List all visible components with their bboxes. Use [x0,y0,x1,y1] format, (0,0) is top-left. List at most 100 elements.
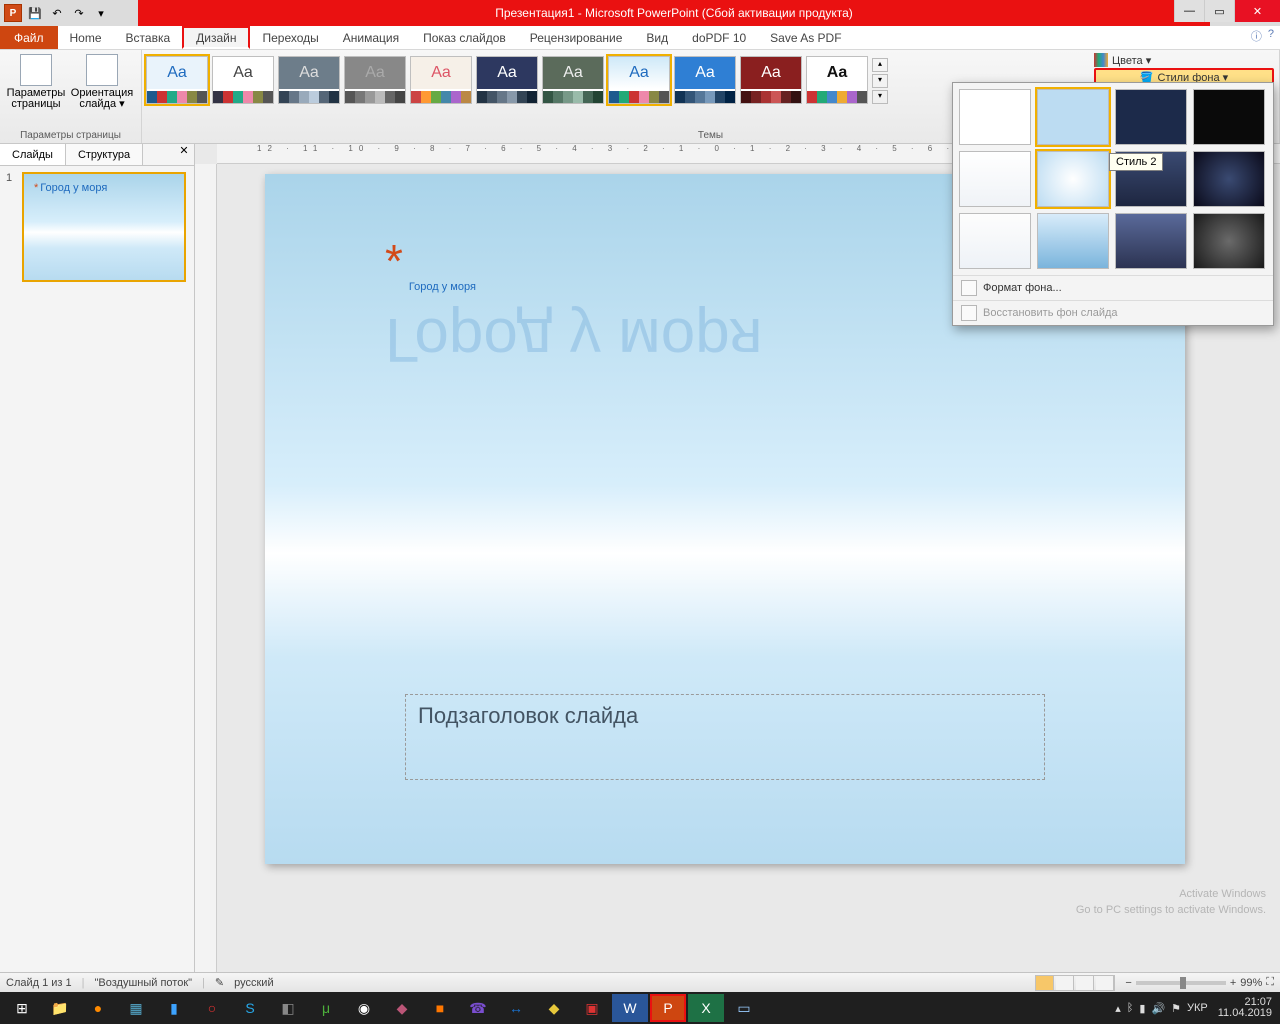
bg-style-4[interactable] [1193,89,1265,145]
bg-style-5[interactable] [959,151,1031,207]
taskbar-app-cube[interactable]: ◧ [270,994,306,1022]
bg-style-8[interactable] [1193,151,1265,207]
bg-style-10[interactable] [1037,213,1109,269]
tab-insert[interactable]: Вставка [114,26,183,49]
help-icon[interactable]: ? [1268,28,1274,44]
quick-access-toolbar: P 💾 ↶ ↷ ▾ [0,4,114,22]
taskbar-app-purple[interactable]: ◆ [384,994,420,1022]
taskbar-word[interactable]: W [612,994,648,1022]
taskbar-opera[interactable]: ○ [194,994,230,1022]
bg-style-12[interactable] [1193,213,1265,269]
view-slideshow[interactable] [1096,976,1114,990]
tab-home[interactable]: Home [58,26,114,49]
minimize-ribbon-icon[interactable]: ⓘ [1251,28,1262,44]
theme-colors-button[interactable]: Цвета ▾ [1094,52,1274,68]
tray-flag-icon[interactable]: ⚑ [1171,1002,1181,1015]
theme-thumb[interactable]: Aa [410,56,472,104]
format-bg-icon [961,280,977,296]
tab-save-as-pdf[interactable]: Save As PDF [758,26,853,49]
zoom-in[interactable]: + [1230,977,1236,989]
taskbar-powerpoint[interactable]: P [650,994,686,1022]
view-normal[interactable] [1036,976,1054,990]
tray-volume-icon[interactable]: 🔊 [1151,1002,1165,1015]
bg-style-6[interactable] [1037,151,1109,207]
slide-panel: Слайды Структура ✕ 1 *Город у моря [0,144,195,972]
page-setup-button[interactable]: Параметры страницы [4,52,68,110]
bg-style-3[interactable] [1115,89,1187,145]
taskbar-utorrent[interactable]: μ [308,994,344,1022]
tab-file[interactable]: Файл [0,26,58,49]
taskbar-teamviewer[interactable]: ↔ [498,994,534,1022]
bg-style-1[interactable] [959,89,1031,145]
tab-dopdf[interactable]: doPDF 10 [680,26,758,49]
qat-dropdown-icon[interactable]: ▾ [92,4,110,22]
taskbar-chrome[interactable]: ◉ [346,994,382,1022]
undo-icon[interactable]: ↶ [48,4,66,22]
spellcheck-icon[interactable]: ✎ [215,976,224,989]
tab-animation[interactable]: Анимация [331,26,411,49]
theme-thumb[interactable]: Aa [542,56,604,104]
taskbar-excel[interactable]: X [688,994,724,1022]
format-background-menu[interactable]: Формат фона... [953,275,1273,300]
zoom-slider[interactable] [1136,981,1226,985]
taskbar-app-yellow[interactable]: ◆ [536,994,572,1022]
slide-thumb-1[interactable]: 1 *Город у моря [6,172,188,282]
start-button[interactable]: ⊞ [4,994,40,1022]
theme-thumb-selected[interactable]: Aa [608,56,670,104]
bg-style-2[interactable] [1037,89,1109,145]
slide-title[interactable]: *Город у моря [385,234,476,305]
taskbar-skype[interactable]: S [232,994,268,1022]
theme-thumb[interactable]: Aa [806,56,868,104]
redo-icon[interactable]: ↷ [70,4,88,22]
theme-thumb[interactable]: Aa [344,56,406,104]
tray-bluetooth-icon[interactable]: ᛒ [1127,1002,1134,1014]
taskbar-app-red[interactable]: ▣ [574,994,610,1022]
theme-thumb[interactable]: Aa [278,56,340,104]
taskbar-explorer[interactable]: 📁 [42,994,78,1022]
maximize-button[interactable]: ▭ [1204,0,1234,22]
fit-to-window[interactable]: ⛶ [1266,976,1274,989]
themes-more[interactable]: ▾ [872,90,888,104]
theme-thumb[interactable]: Aa [476,56,538,104]
view-sorter[interactable] [1056,976,1074,990]
title-bar: P 💾 ↶ ↷ ▾ Презентация1 - Microsoft Power… [0,0,1280,26]
theme-thumb[interactable]: Aa [212,56,274,104]
zoom-percent[interactable]: 99% [1240,977,1262,989]
close-button[interactable]: ✕ [1234,0,1280,22]
tab-design[interactable]: Дизайн [182,26,250,49]
tray-language[interactable]: УКР [1187,1002,1208,1014]
bg-style-11[interactable] [1115,213,1187,269]
taskbar-notepad[interactable]: ▭ [726,994,762,1022]
tab-slides-pane[interactable]: Слайды [0,144,66,165]
theme-thumb-current[interactable]: Aa [146,56,208,104]
bg-style-9[interactable] [959,213,1031,269]
tab-view[interactable]: Вид [634,26,680,49]
themes-scroll-up[interactable]: ▴ [872,58,888,72]
view-reading[interactable] [1076,976,1094,990]
minimize-button[interactable]: — [1174,0,1204,22]
vertical-ruler [195,164,217,972]
taskbar-app-2[interactable]: ▦ [118,994,154,1022]
taskbar-app-orange[interactable]: ■ [422,994,458,1022]
taskbar-app-blue[interactable]: ▮ [156,994,192,1022]
taskbar-firefox[interactable]: ● [80,994,116,1022]
save-icon[interactable]: 💾 [26,4,44,22]
tray-expand-icon[interactable]: ▴ [1115,1002,1121,1015]
status-language[interactable]: русский [234,977,273,989]
theme-thumb[interactable]: Aa [740,56,802,104]
slide-orientation-button[interactable]: Ориентация слайда ▾ [70,52,134,110]
tray-clock[interactable]: 21:0711.04.2019 [1214,997,1276,1019]
tray-network-icon[interactable]: ▮ [1139,1002,1145,1015]
window-title: Презентация1 - Microsoft PowerPoint (Сбо… [138,0,1210,26]
taskbar-viber[interactable]: ☎ [460,994,496,1022]
tab-slideshow[interactable]: Показ слайдов [411,26,518,49]
subtitle-placeholder[interactable]: Подзаголовок слайда [405,694,1045,780]
view-mode-buttons [1035,975,1115,991]
theme-thumb[interactable]: Aa [674,56,736,104]
zoom-out[interactable]: − [1125,977,1131,989]
tab-outline-pane[interactable]: Структура [66,144,143,165]
close-pane-button[interactable]: ✕ [174,144,194,165]
tab-review[interactable]: Рецензирование [518,26,635,49]
tab-transitions[interactable]: Переходы [250,26,330,49]
themes-scroll-down[interactable]: ▾ [872,74,888,88]
